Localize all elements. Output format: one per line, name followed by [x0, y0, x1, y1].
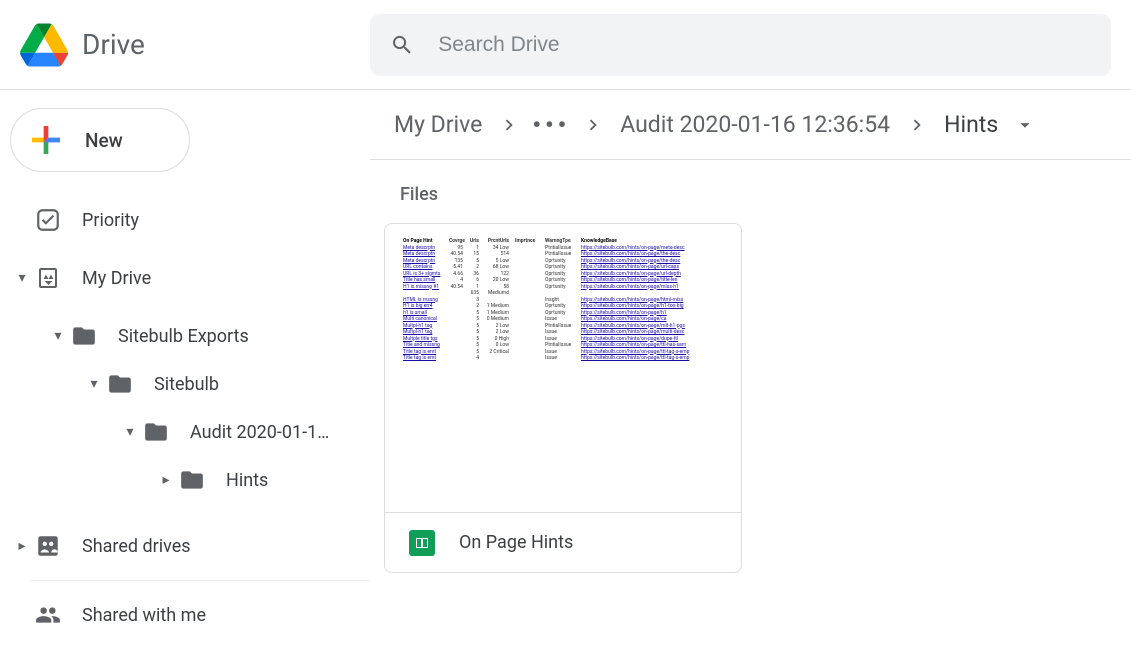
- new-button-label: New: [85, 129, 123, 152]
- file-card[interactable]: On Page HintCovrgeUrlsPrcntUrlsImprtnceW…: [384, 223, 742, 573]
- sidebar-label: Priority: [82, 210, 139, 231]
- file-grid: On Page HintCovrgeUrlsPrcntUrlsImprtnceW…: [370, 223, 1131, 573]
- tree-item-sitebulb[interactable]: ▾ Sitebulb: [10, 360, 370, 408]
- header: Drive: [0, 0, 1131, 90]
- main-content: My Drive ••• Audit 2020-01-16 12:36:54 H…: [370, 90, 1131, 662]
- search-icon: [390, 32, 414, 58]
- breadcrumb: My Drive ••• Audit 2020-01-16 12:36:54 H…: [370, 90, 1131, 160]
- tree-label: Audit 2020-01-1…: [190, 422, 329, 443]
- folder-icon: [107, 371, 133, 397]
- sidebar-label: Shared with me: [82, 605, 206, 626]
- tree-item-sitebulb-exports[interactable]: ▾ Sitebulb Exports: [10, 312, 370, 360]
- chevron-down-icon[interactable]: ▾: [10, 270, 34, 286]
- folder-icon: [143, 419, 169, 445]
- chevron-right-icon: [498, 114, 520, 136]
- chevron-down-icon[interactable]: ▾: [82, 376, 106, 392]
- breadcrumb-item-audit[interactable]: Audit 2020-01-16 12:36:54: [612, 107, 898, 142]
- chevron-right-icon: [582, 114, 604, 136]
- priority-icon: [35, 207, 61, 233]
- chevron-right-icon[interactable]: ▸: [154, 472, 178, 488]
- new-button[interactable]: New: [10, 108, 190, 172]
- sidebar-label: My Drive: [82, 268, 151, 289]
- tree-item-hints[interactable]: ▸ Hints: [10, 456, 370, 504]
- breadcrumb-overflow[interactable]: •••: [528, 111, 574, 139]
- chevron-down-icon[interactable]: ▾: [118, 424, 142, 440]
- sidebar: New Priority ▾ My Drive ▾ Sitebulb Expor…: [0, 90, 370, 662]
- file-name: On Page Hints: [459, 532, 573, 553]
- plus-icon: [25, 119, 67, 161]
- sidebar-item-mydrive[interactable]: ▾ My Drive: [10, 254, 370, 302]
- folder-icon: [71, 323, 97, 349]
- divider: [30, 580, 370, 581]
- file-footer: On Page Hints: [385, 512, 741, 572]
- sidebar-item-shared-drives[interactable]: ▸ Shared drives: [10, 522, 370, 570]
- logo-area[interactable]: Drive: [20, 23, 370, 67]
- section-title-files: Files: [400, 184, 1131, 205]
- drive-icon: [36, 266, 60, 290]
- chevron-down-icon[interactable]: ▾: [46, 328, 70, 344]
- people-icon: [35, 602, 61, 628]
- file-preview: On Page HintCovrgeUrlsPrcntUrlsImprtnceW…: [385, 224, 741, 512]
- search-bar[interactable]: [370, 14, 1111, 76]
- breadcrumb-item-root[interactable]: My Drive: [386, 107, 490, 142]
- breadcrumb-item-current[interactable]: Hints: [936, 107, 1006, 142]
- sheets-icon: [409, 530, 435, 556]
- shared-drives-icon: [35, 533, 61, 559]
- chevron-right-icon[interactable]: ▸: [10, 538, 34, 554]
- tree-label: Sitebulb: [154, 374, 219, 395]
- sidebar-item-priority[interactable]: Priority: [10, 196, 370, 244]
- tree-label: Hints: [226, 470, 268, 491]
- search-input[interactable]: [438, 33, 1091, 57]
- chevron-down-icon[interactable]: [1014, 114, 1036, 136]
- tree-item-audit[interactable]: ▾ Audit 2020-01-1…: [10, 408, 370, 456]
- chevron-right-icon: [906, 114, 928, 136]
- drive-logo-icon: [20, 23, 68, 67]
- sidebar-item-shared-with-me[interactable]: Shared with me: [10, 591, 370, 639]
- sidebar-label: Shared drives: [82, 536, 191, 557]
- app-title: Drive: [82, 28, 145, 61]
- folder-icon: [179, 467, 205, 493]
- tree-label: Sitebulb Exports: [118, 326, 249, 347]
